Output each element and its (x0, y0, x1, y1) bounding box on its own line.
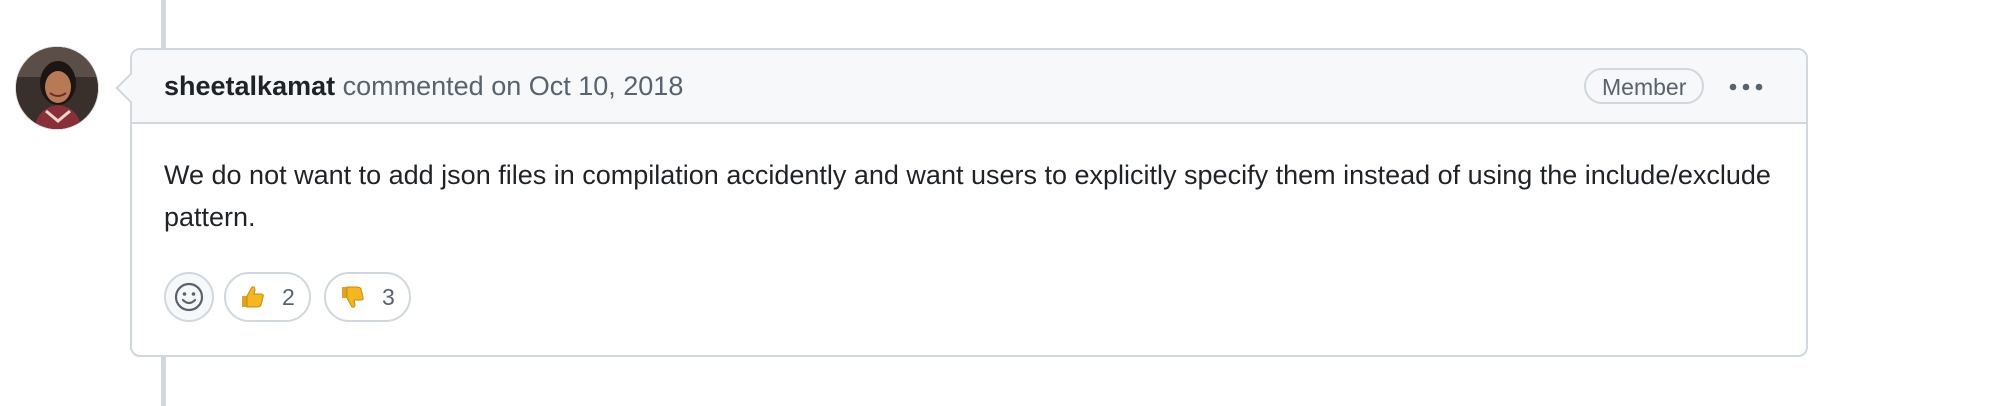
comment-header: sheetalkamat commented on Oct 10, 2018 M… (132, 50, 1806, 124)
kebab-horizontal-icon (1729, 83, 1763, 91)
reaction-thumbs-up-button[interactable]: 2 (224, 272, 311, 322)
reaction-thumbs-down-button[interactable]: 3 (324, 272, 411, 322)
reaction-count: 2 (282, 283, 295, 310)
comment-heading: sheetalkamat commented on Oct 10, 2018 (164, 69, 683, 103)
add-reaction-button[interactable] (164, 272, 214, 322)
smiley-icon (174, 282, 204, 312)
comment-timestamp[interactable]: commented on Oct 10, 2018 (343, 71, 684, 101)
author-link[interactable]: sheetalkamat (164, 71, 335, 101)
avatar-image (16, 47, 98, 129)
comment-body: We do not want to add json files in comp… (164, 160, 1771, 232)
more-options-button[interactable] (1724, 72, 1768, 102)
avatar[interactable] (16, 47, 98, 129)
thumbs-up-icon (242, 286, 264, 308)
comment-box: sheetalkamat commented on Oct 10, 2018 M… (115, 48, 1808, 357)
thumbs-down-icon (342, 286, 364, 308)
member-badge: Member (1584, 68, 1705, 104)
reaction-count: 3 (382, 283, 395, 310)
